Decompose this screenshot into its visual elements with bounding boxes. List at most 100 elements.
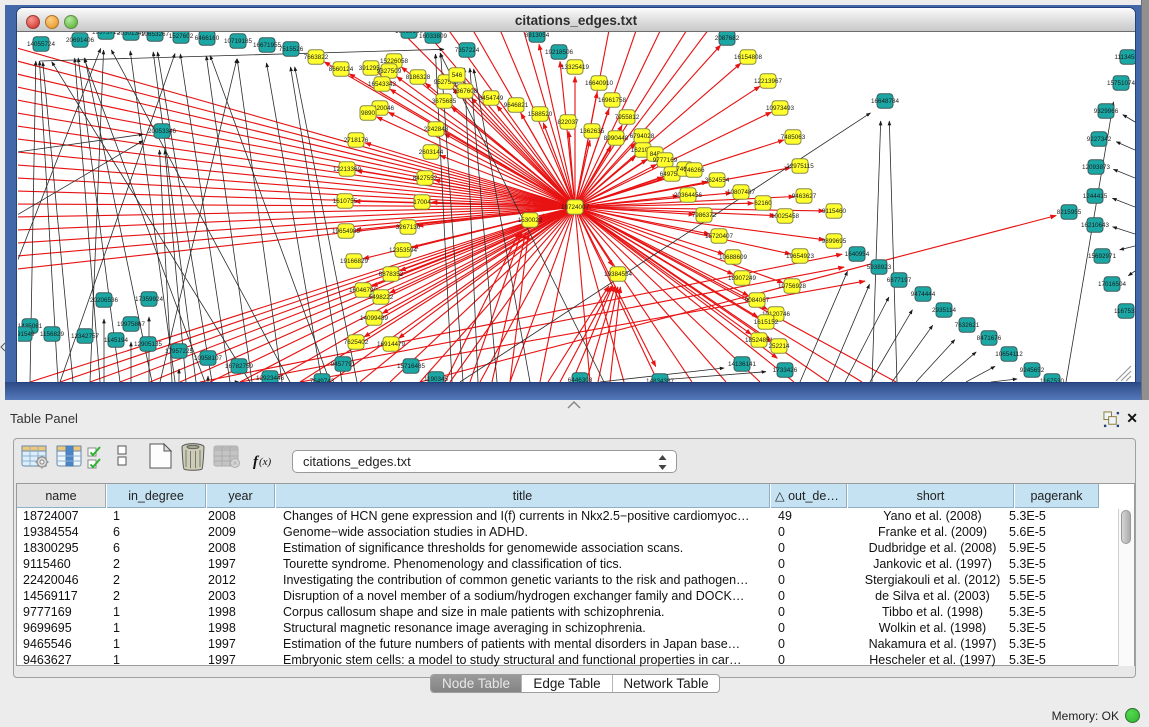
svg-text:10958107: 10958107: [193, 355, 222, 362]
svg-text:12905135: 12905135: [133, 341, 162, 348]
svg-text:546: 546: [451, 72, 462, 79]
svg-text:12213369: 12213369: [332, 166, 361, 173]
svg-text:9890: 9890: [360, 110, 375, 117]
svg-text:2087682: 2087682: [714, 35, 739, 42]
svg-text:13325419: 13325419: [560, 64, 589, 71]
svg-text:19218506: 19218506: [544, 49, 573, 56]
svg-text:391549: 391549: [18, 331, 35, 338]
svg-text:7485063: 7485063: [780, 134, 805, 141]
svg-text:11134584: 11134584: [1114, 54, 1135, 61]
svg-text:7357224: 7357224: [454, 47, 479, 54]
svg-text:18907249: 18907249: [727, 275, 756, 282]
svg-text:6466160: 6466160: [194, 35, 219, 42]
svg-text:8427552: 8427552: [412, 175, 437, 182]
svg-text:1145194: 1145194: [103, 337, 128, 344]
svg-text:1733426: 1733426: [772, 367, 797, 374]
svg-text:1588520: 1588520: [527, 111, 552, 118]
svg-text:5498222: 5498222: [368, 294, 393, 301]
svg-text:10756928: 10756928: [777, 283, 806, 290]
svg-text:16914479: 16914479: [376, 341, 405, 348]
svg-text:3624554: 3624554: [704, 177, 729, 184]
svg-text:2242848: 2242848: [423, 126, 448, 133]
svg-text:9245652: 9245652: [1019, 367, 1044, 374]
svg-text:16033809: 16033809: [418, 33, 447, 40]
svg-text:10973493: 10973493: [765, 105, 794, 112]
svg-text:8471676: 8471676: [976, 335, 1001, 342]
svg-text:14055724: 14055724: [26, 41, 55, 48]
svg-text:1527602: 1527602: [168, 33, 193, 40]
svg-text:8813054: 8813054: [524, 32, 549, 39]
svg-text:5938923: 5938923: [866, 264, 891, 271]
svg-text:7649743: 7649743: [309, 378, 334, 382]
svg-text:7515526: 7515526: [278, 46, 303, 53]
svg-text:9474444: 9474444: [910, 291, 935, 298]
svg-text:16154808: 16154808: [733, 54, 762, 61]
svg-text:14099489: 14099489: [359, 315, 388, 322]
svg-text:7663822: 7663822: [303, 54, 328, 61]
svg-text:10025458: 10025458: [770, 213, 799, 220]
svg-text:3675685: 3675685: [431, 98, 456, 105]
svg-text:14834387: 14834387: [645, 378, 674, 382]
svg-text:12353594: 12353594: [388, 247, 417, 254]
svg-text:9899695: 9899695: [821, 238, 846, 245]
svg-text:16210643: 16210643: [1080, 222, 1109, 229]
svg-text:15716485: 15716485: [396, 363, 425, 370]
svg-text:9457791: 9457791: [330, 361, 355, 368]
svg-text:2718176: 2718176: [343, 137, 368, 144]
svg-text:7632621: 7632621: [954, 322, 979, 329]
svg-text:62160: 62160: [754, 200, 772, 207]
svg-text:15692971: 15692971: [1087, 253, 1116, 260]
svg-text:19654985: 19654985: [331, 228, 360, 235]
svg-text:10653267: 10653267: [140, 32, 169, 38]
svg-text:20053346: 20053346: [147, 128, 176, 135]
svg-text:6446308: 6446308: [567, 377, 592, 382]
svg-text:20691406: 20691406: [65, 37, 94, 44]
svg-text:9084067: 9084067: [744, 297, 769, 304]
svg-text:10807487: 10807487: [726, 189, 755, 196]
svg-text:16648784: 16648784: [870, 98, 899, 105]
svg-text:16671955: 16671955: [252, 42, 281, 49]
svg-text:1640954: 1640954: [844, 251, 869, 258]
svg-text:16782759: 16782759: [224, 363, 253, 370]
svg-text:10719185: 10719185: [223, 38, 252, 45]
svg-text:17359924: 17359924: [134, 296, 163, 303]
svg-text:1530022: 1530022: [517, 217, 542, 224]
svg-text:18724007: 18724007: [560, 204, 589, 211]
svg-text:20206536: 20206536: [89, 297, 118, 304]
svg-text:1167530: 1167530: [1039, 378, 1064, 382]
svg-text:15751074: 15751074: [1106, 80, 1134, 87]
svg-text:3267130: 3267130: [395, 224, 420, 231]
svg-text:252214: 252214: [768, 343, 790, 350]
svg-text:17957225: 17957225: [164, 348, 193, 355]
svg-text:16961758: 16961758: [597, 97, 626, 104]
svg-text:746266: 746266: [683, 167, 705, 174]
svg-text:1244415: 1244415: [1082, 193, 1107, 200]
svg-text:8990448: 8990448: [603, 135, 628, 142]
svg-text:17004: 17004: [413, 199, 431, 206]
svg-text:2935114: 2935114: [931, 307, 956, 314]
svg-text:20364456: 20364456: [673, 192, 702, 199]
svg-text:1610755: 1610755: [332, 198, 357, 205]
svg-text:822037: 822037: [557, 119, 579, 126]
svg-text:9327509: 9327509: [376, 68, 401, 75]
svg-text:9777169: 9777169: [652, 157, 677, 164]
svg-text:10654112: 10654112: [995, 351, 1023, 358]
svg-text:19384554: 19384554: [603, 271, 632, 278]
svg-text:8454749: 8454749: [478, 95, 503, 102]
svg-text:17016504: 17016504: [1097, 281, 1126, 288]
svg-text:7986372: 7986372: [691, 212, 716, 219]
svg-text:8186328: 8186328: [405, 74, 430, 81]
svg-text:9227342: 9227342: [1086, 136, 1111, 143]
svg-text:2367608: 2367608: [452, 88, 477, 95]
svg-text:1615152: 1615152: [753, 319, 778, 326]
svg-text:1362635: 1362635: [579, 128, 604, 135]
svg-text:12342757: 12342757: [70, 333, 99, 340]
svg-text:1167533: 1167533: [1113, 308, 1134, 315]
svg-text:8878352: 8878352: [378, 271, 403, 278]
svg-text:8215955: 8215955: [1056, 209, 1081, 216]
svg-text:16543342: 16543342: [367, 81, 396, 88]
svg-text:12093873: 12093873: [1081, 164, 1110, 171]
svg-text:12213967: 12213967: [753, 78, 782, 85]
svg-text:9329966: 9329966: [1093, 108, 1118, 115]
svg-text:9115460: 9115460: [821, 208, 846, 215]
